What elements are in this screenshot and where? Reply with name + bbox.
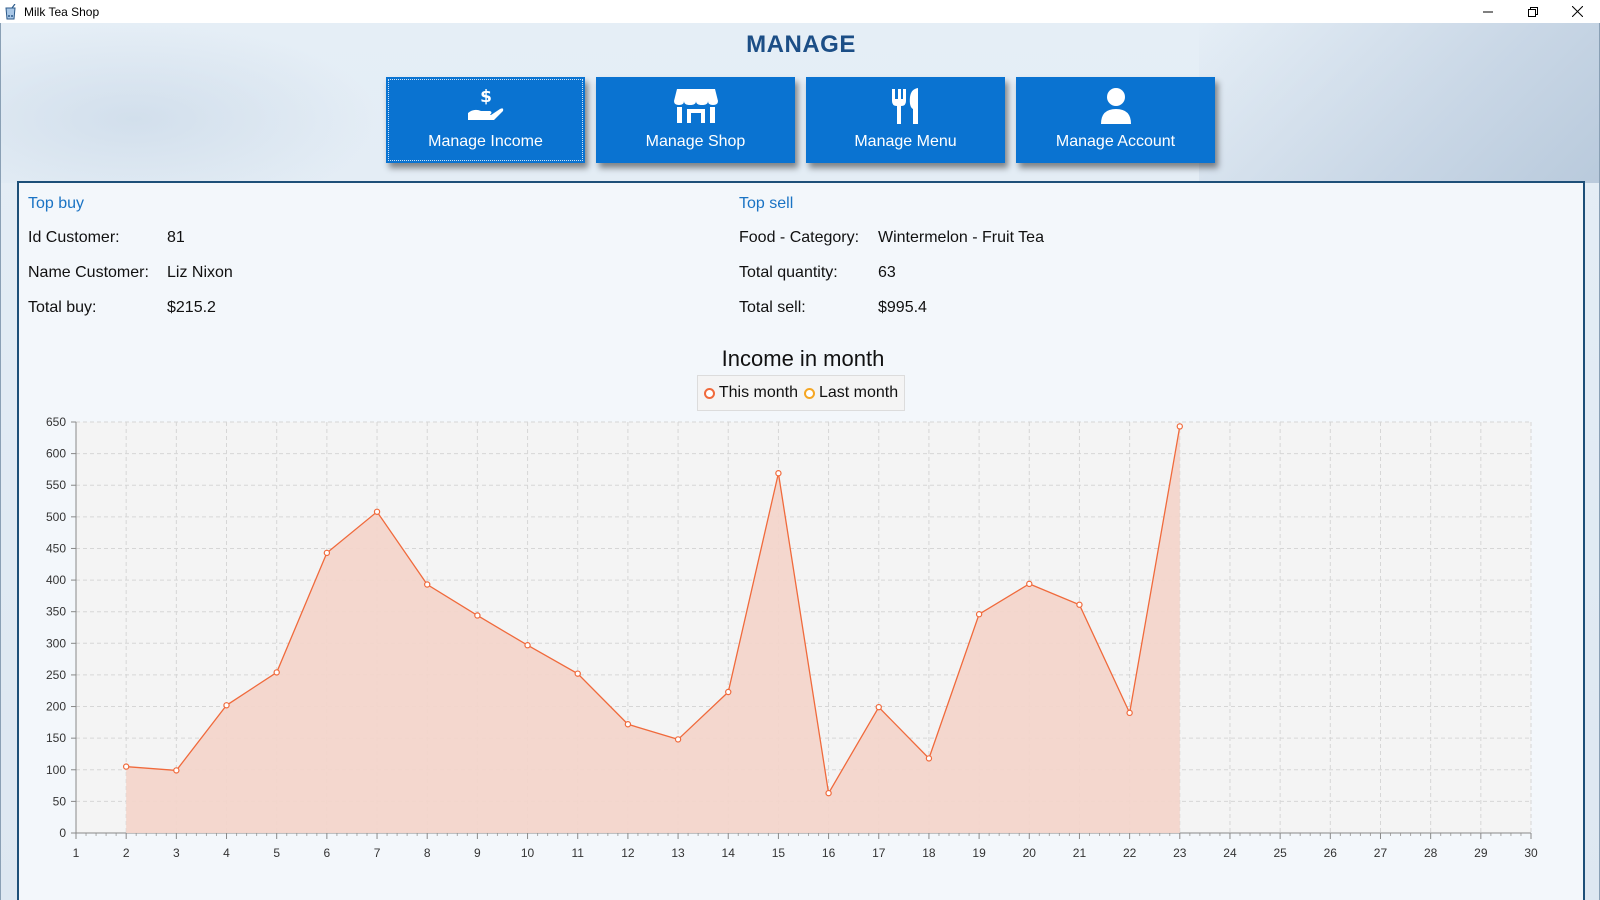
milk-tea-icon [3, 3, 19, 20]
x-tick-label: 11 [571, 846, 584, 860]
minimize-icon [1482, 11, 1493, 12]
manage-menu-button[interactable]: Manage Menu [806, 77, 1005, 163]
manage-account-button[interactable]: Manage Account [1016, 77, 1215, 163]
y-tick-label: 200 [46, 700, 66, 714]
data-point[interactable] [975, 611, 983, 618]
x-tick-label: 10 [521, 846, 535, 860]
data-point[interactable] [1176, 423, 1183, 430]
page-title: MANAGE [746, 31, 856, 58]
data-point[interactable] [1026, 580, 1033, 588]
title-bar: Milk Tea Shop [0, 0, 1600, 23]
y-tick-label: 150 [46, 731, 66, 745]
data-point[interactable] [1076, 601, 1083, 608]
nav-label: Manage Menu [854, 133, 957, 150]
dashboard-panel: Top buy Id Customer: 81 Name Customer: L… [17, 181, 1585, 900]
restore-button[interactable] [1510, 0, 1555, 23]
x-tick-label: 14 [722, 846, 736, 860]
nav-label: Manage Account [1055, 133, 1176, 150]
y-tick-label: 450 [46, 541, 66, 555]
x-tick-label: 26 [1324, 846, 1338, 860]
data-point[interactable] [875, 703, 882, 711]
x-tick-label: 18 [922, 846, 936, 860]
x-tick-label: 27 [1374, 846, 1388, 860]
x-tick-label: 8 [424, 846, 431, 860]
x-tick-label: 23 [1173, 846, 1187, 860]
x-tick-label: 25 [1273, 846, 1287, 860]
y-tick-label: 550 [46, 478, 66, 492]
x-tick-label: 7 [374, 846, 381, 860]
x-tick-label: 13 [671, 846, 685, 860]
data-point[interactable] [1126, 709, 1133, 717]
x-tick-label: 3 [173, 846, 180, 860]
x-tick-label: 21 [1073, 846, 1087, 860]
user-icon [1099, 87, 1133, 125]
y-tick-label: 250 [46, 668, 66, 682]
store-icon [673, 87, 719, 125]
y-tick-label: 300 [46, 636, 66, 650]
x-tick-label: 12 [621, 846, 635, 860]
x-tick-label: 28 [1424, 846, 1438, 860]
data-point[interactable] [424, 581, 431, 588]
y-tick-label: 350 [46, 605, 66, 619]
close-icon [1572, 6, 1583, 17]
x-tick-label: 29 [1474, 846, 1488, 860]
x-tick-label: 15 [772, 846, 786, 860]
nav-bar: $ Manage Income Manage Shop Manage Menu … [386, 77, 1215, 163]
y-tick-label: 650 [46, 415, 66, 429]
data-point[interactable] [373, 508, 381, 515]
main-window: MANAGE $ Manage Income Manage Shop Manag… [0, 23, 1600, 900]
x-tick-label: 22 [1123, 846, 1137, 860]
y-tick-label: 500 [46, 510, 66, 524]
data-point[interactable] [173, 767, 180, 774]
data-point[interactable] [725, 688, 732, 696]
data-point[interactable] [674, 736, 682, 743]
x-tick-label: 6 [324, 846, 331, 860]
window-title: Milk Tea Shop [24, 4, 100, 19]
data-point[interactable] [273, 669, 280, 676]
x-tick-label: 19 [972, 846, 986, 860]
x-tick-label: 20 [1023, 846, 1037, 860]
y-tick-label: 50 [53, 794, 67, 808]
income-chart: 0 50 100 150 200 250 300 350 400 450 500 550 600 650 1… [46, 415, 1538, 860]
data-point[interactable] [122, 763, 130, 770]
x-tick-label: 24 [1223, 846, 1237, 860]
x-tick-label: 2 [123, 846, 130, 860]
y-tick-label: 0 [59, 826, 66, 840]
restore-icon [1527, 6, 1538, 17]
data-point[interactable] [474, 612, 481, 619]
x-tick-label: 17 [872, 846, 886, 860]
x-tick-label: 5 [273, 846, 280, 860]
data-point[interactable] [624, 721, 632, 728]
y-tick-label: 400 [46, 573, 66, 587]
nav-label: Manage Shop [645, 133, 746, 150]
manage-shop-button[interactable]: Manage Shop [596, 77, 795, 163]
x-tick-label: 30 [1524, 846, 1538, 860]
x-tick-label: 9 [474, 846, 481, 860]
data-point[interactable] [323, 549, 331, 557]
hand-dollar-icon: $ [466, 87, 506, 125]
x-tick-label: 4 [223, 846, 230, 860]
x-tick-label: 16 [822, 846, 836, 860]
data-point[interactable] [775, 470, 782, 477]
x-tick-label: 1 [73, 846, 80, 860]
data-point[interactable] [925, 755, 933, 762]
data-point[interactable] [223, 702, 230, 709]
nav-label: Manage Income [428, 133, 543, 150]
y-tick-label: 100 [46, 763, 66, 777]
data-point[interactable] [574, 670, 581, 677]
data-point[interactable] [524, 642, 531, 649]
data-point[interactable] [825, 789, 832, 797]
close-button[interactable] [1555, 0, 1600, 23]
y-tick-label: 600 [46, 447, 66, 461]
manage-income-button[interactable]: $ Manage Income [386, 77, 585, 163]
minimize-button[interactable] [1465, 0, 1510, 23]
fork-knife-icon [889, 87, 923, 125]
svg-text:$: $ [480, 87, 492, 107]
